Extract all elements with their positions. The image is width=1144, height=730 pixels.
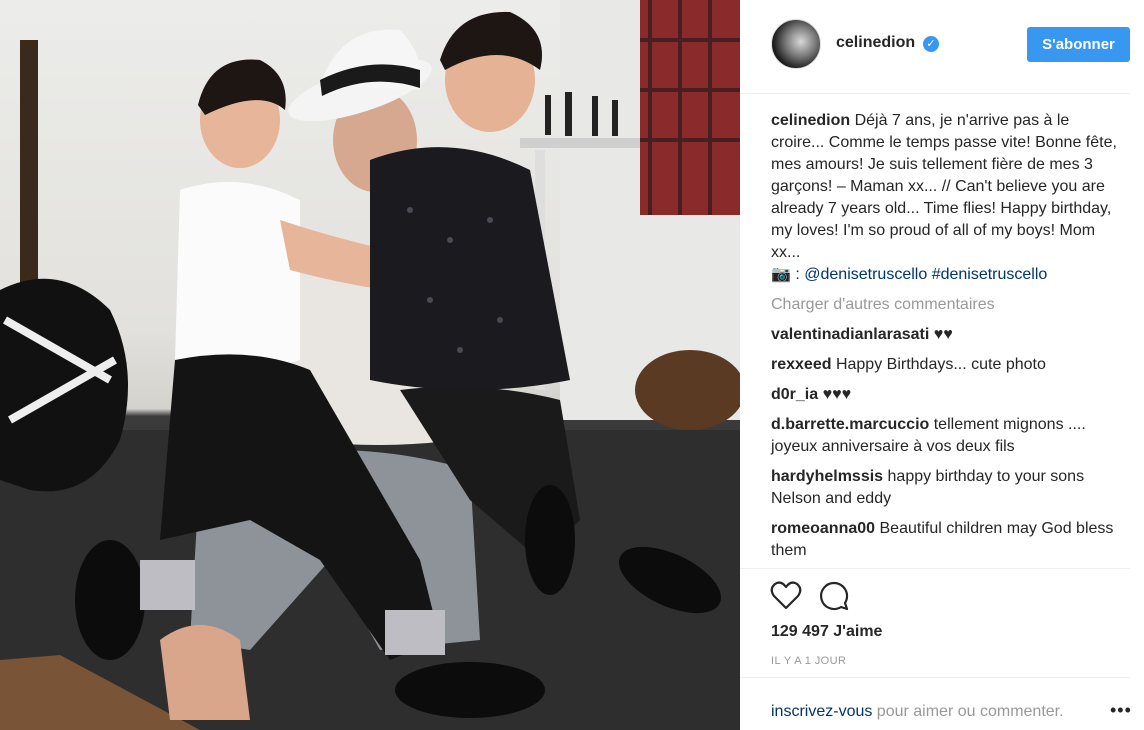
post-sidebar: celinedion ✓ S'abonner celinedion Déjà 7… [740,0,1144,730]
comment-author-link[interactable]: d.barrette.marcuccio [771,416,929,433]
comment-text: Happy Birthdays... cute photo [835,356,1046,373]
comments-list: celinedion Déjà 7 ans, je n'arrive pas à… [771,110,1121,570]
username-link[interactable]: celinedion [836,34,915,52]
likes-count[interactable]: 129 497 J'aime [771,623,882,641]
comment-text: ♥♥ [933,326,953,343]
comment-text: ♥♥♥ [822,386,852,403]
list-item: d.barrette.marcuccio tellement mignons .… [771,414,1121,458]
caption-text: Déjà 7 ans, je n'arrive pas à le croire.… [771,112,1117,261]
signup-link[interactable]: inscrivez-vous [771,703,872,720]
load-more-comments-link[interactable]: Charger d'autres commentaires [771,294,1121,316]
list-item: rexxeed Happy Birthdays... cute photo [771,354,1121,376]
list-item: romeoanna00 Beautiful children may God b… [771,518,1121,562]
list-item: hardyhelmssis happy birthday to your son… [771,466,1121,510]
comment-author-link[interactable]: rexxeed [771,356,832,373]
comment-author-link[interactable]: d0r_ia [771,386,818,403]
verified-badge-icon: ✓ [923,36,939,52]
heart-icon[interactable] [770,580,802,612]
signup-prompt: inscrivez-vous pour aimer ou commenter. [771,703,1064,721]
signup-prompt-text: pour aimer ou commenter. [872,703,1064,720]
caption-author-link[interactable]: celinedion [771,112,850,129]
post-photo[interactable] [0,0,740,730]
post-header: celinedion ✓ S'abonner [740,0,1130,94]
list-item: d0r_ia ♥♥♥ [771,384,1121,406]
comment-author-link[interactable]: hardyhelmssis [771,468,883,485]
follow-button[interactable]: S'abonner [1027,27,1130,62]
photo-illustration [0,0,740,730]
hashtag-link[interactable]: #denisetruscello [932,266,1048,283]
more-options-icon[interactable]: ••• [1110,700,1132,721]
comment-bubble-icon[interactable] [818,580,850,612]
photo-credit-prefix: 📷 : [771,266,800,283]
comment-author-link[interactable]: valentinadianlarasati [771,326,929,343]
post-timestamp: IL Y A 1 JOUR [771,655,847,667]
comment-author-link[interactable]: romeoanna00 [771,520,875,537]
caption: celinedion Déjà 7 ans, je n'arrive pas à… [771,110,1121,286]
mention-link[interactable]: @denisetruscello [804,266,927,283]
actions-divider [740,568,1130,569]
list-item: valentinadianlarasati ♥♥ [771,324,1121,346]
avatar[interactable] [771,19,821,69]
